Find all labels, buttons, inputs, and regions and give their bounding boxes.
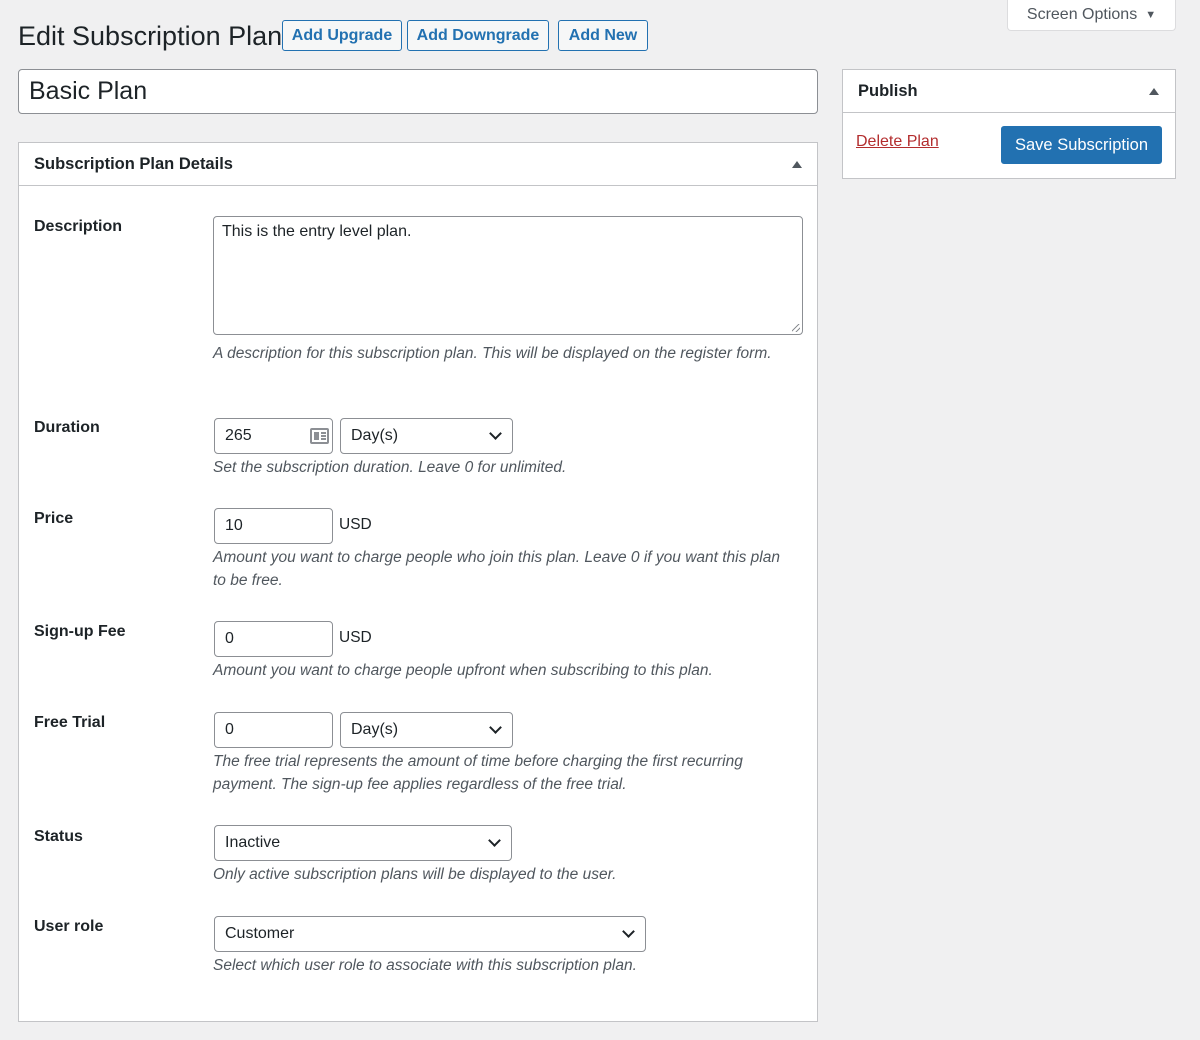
free-trial-value: 0: [225, 721, 234, 738]
resize-grip-icon[interactable]: [792, 324, 800, 332]
user-role-select[interactable]: Customer: [214, 916, 646, 952]
publish-box-header[interactable]: Publish: [843, 70, 1175, 113]
plan-title-input[interactable]: [18, 69, 818, 114]
screen-options-label: Screen Options: [1026, 6, 1138, 23]
signup-fee-label: Sign-up Fee: [34, 623, 126, 640]
price-value: 10: [225, 517, 243, 534]
chevron-down-icon: [488, 834, 501, 847]
screen-options-toggle[interactable]: Screen Options ▼: [1007, 0, 1176, 31]
status-select[interactable]: Inactive: [214, 825, 512, 861]
user-role-label: User role: [34, 918, 104, 935]
add-upgrade-button[interactable]: Add Upgrade: [282, 20, 402, 51]
caret-down-icon: ▼: [1145, 9, 1157, 21]
publish-heading: Publish: [858, 81, 918, 100]
signup-fee-currency: USD: [339, 629, 372, 646]
details-box-heading: Subscription Plan Details: [34, 154, 233, 173]
subscription-plan-details-box: Subscription Plan Details Description Th…: [18, 142, 818, 1022]
publish-box: Publish Delete Plan Save Subscription: [842, 69, 1176, 179]
price-input[interactable]: 10: [214, 508, 333, 544]
signup-fee-value: 0: [225, 630, 234, 647]
price-currency: USD: [339, 516, 372, 533]
free-trial-help: The free trial represents the amount of …: [213, 753, 743, 793]
duration-unit-select[interactable]: Day(s): [340, 418, 513, 454]
description-value: This is the entry level plan.: [222, 223, 412, 240]
contact-card-icon[interactable]: [310, 428, 329, 444]
status-value: Inactive: [225, 834, 281, 851]
chevron-down-icon: [489, 721, 502, 734]
chevron-down-icon: [489, 427, 502, 440]
user-role-value: Customer: [225, 925, 295, 942]
collapse-arrow-icon[interactable]: [792, 160, 802, 168]
add-new-button[interactable]: Add New: [558, 20, 648, 51]
duration-unit-value: Day(s): [351, 427, 399, 444]
status-label: Status: [34, 828, 83, 845]
price-label: Price: [34, 510, 74, 527]
status-help: Only active subscription plans will be d…: [213, 866, 617, 883]
free-trial-unit-value: Day(s): [351, 721, 399, 738]
save-subscription-button[interactable]: Save Subscription: [1001, 126, 1162, 164]
description-label: Description: [34, 218, 123, 235]
duration-value: 265: [225, 427, 252, 444]
duration-label: Duration: [34, 419, 100, 436]
price-help: Amount you want to charge people who joi…: [213, 549, 780, 589]
user-role-help: Select which user role to associate with…: [213, 957, 637, 974]
free-trial-unit-select[interactable]: Day(s): [340, 712, 513, 748]
page-title: Edit Subscription Plan: [18, 21, 283, 51]
publish-actions: Delete Plan Save Subscription: [843, 113, 1175, 164]
chevron-down-icon: [622, 925, 635, 938]
duration-help: Set the subscription duration. Leave 0 f…: [213, 459, 567, 476]
signup-fee-help: Amount you want to charge people upfront…: [213, 662, 713, 679]
signup-fee-input[interactable]: 0: [214, 621, 333, 657]
description-help: A description for this subscription plan…: [213, 345, 772, 362]
details-box-header[interactable]: Subscription Plan Details: [19, 143, 817, 186]
description-textarea[interactable]: This is the entry level plan.: [213, 216, 803, 335]
free-trial-label: Free Trial: [34, 714, 106, 731]
delete-plan-link[interactable]: Delete Plan: [856, 133, 939, 151]
duration-input[interactable]: 265: [214, 418, 333, 454]
add-downgrade-button[interactable]: Add Downgrade: [407, 20, 549, 51]
free-trial-input[interactable]: 0: [214, 712, 333, 748]
collapse-arrow-icon[interactable]: [1149, 87, 1159, 95]
